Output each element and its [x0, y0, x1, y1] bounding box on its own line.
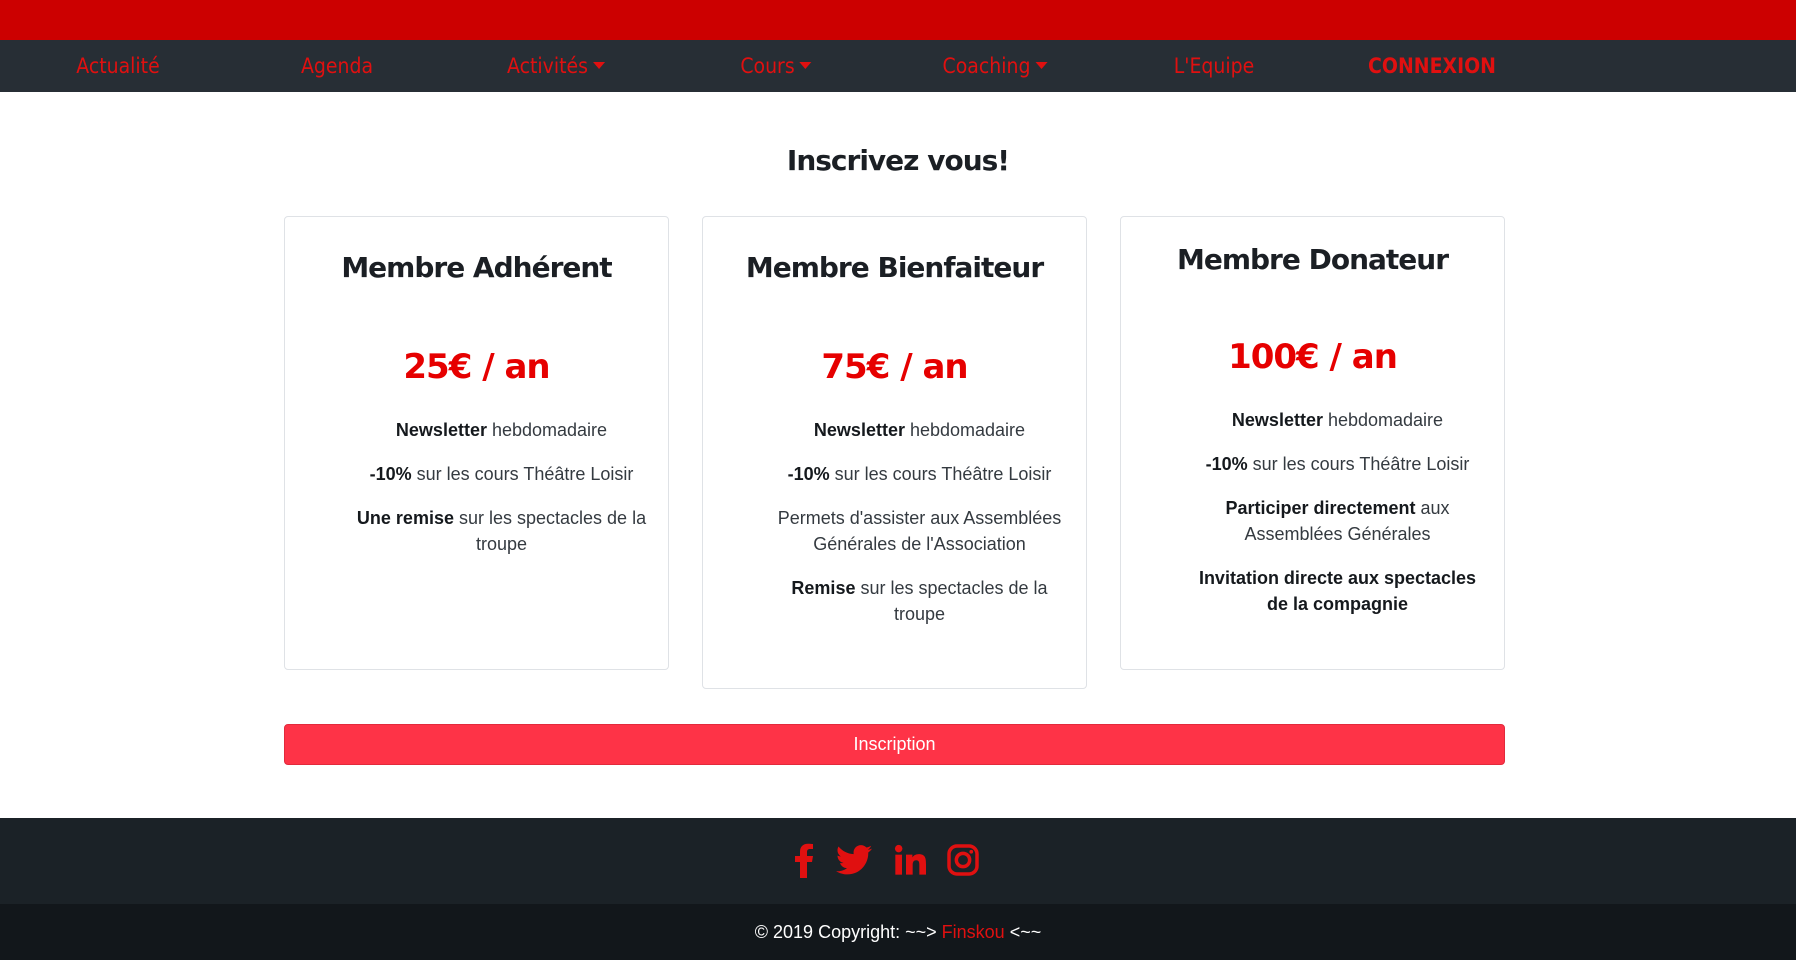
main-navbar: Actualité Agenda Activités Cours Coachin… — [0, 40, 1796, 92]
nav-link-equipe[interactable]: L'Equipe — [1174, 40, 1255, 92]
feature-item: Newsletter hebdomadaire — [1191, 407, 1484, 433]
membership-card-donateur: Membre Donateur 100€ / an Newsletter heb… — [1120, 216, 1505, 670]
feature-text: sur les cours Théâtre Loisir — [1247, 454, 1470, 474]
feature-list: Newsletter hebdomadaire -10% sur les cou… — [773, 417, 1066, 645]
feature-highlight: -10% — [369, 464, 412, 484]
feature-text: sur les spectacles de la troupe — [855, 578, 1048, 624]
twitter-icon[interactable] — [834, 840, 874, 880]
feature-list: Newsletter hebdomadaire -10% sur les cou… — [1191, 407, 1484, 635]
nav-link-agenda[interactable]: Agenda — [301, 40, 373, 92]
linkedin-glyph — [894, 844, 926, 875]
feature-text: hebdomadaire — [904, 420, 1026, 440]
feature-item: -10% sur les cours Théâtre Loisir — [1191, 451, 1484, 477]
feature-highlight: Participer directement — [1225, 498, 1416, 518]
feature-item: Newsletter hebdomadaire — [773, 417, 1066, 443]
feature-text: sur les cours Théâtre Loisir — [829, 464, 1052, 484]
feature-item: Participer directement aux Assemblées Gé… — [1191, 495, 1484, 547]
instagram-glyph — [947, 844, 979, 876]
feature-item: Permets d'assister aux Assemblées Généra… — [773, 505, 1066, 557]
feature-item: -10% sur les cours Théâtre Loisir — [773, 461, 1066, 487]
copyright-suffix: <~~ — [1004, 922, 1042, 942]
card-title: Membre Adhérent — [341, 251, 612, 284]
copyright-bar: © 2019 Copyright: ~~> Finskou <~~ — [0, 904, 1796, 960]
feature-text: hebdomadaire — [1322, 410, 1444, 430]
feature-item: -10% sur les cours Théâtre Loisir — [355, 461, 648, 487]
nav-link-connexion[interactable]: CONNEXION — [1368, 40, 1496, 92]
feature-highlight: Newsletter — [813, 420, 905, 440]
feature-list: Newsletter hebdomadaire -10% sur les cou… — [355, 417, 648, 575]
nav-label: Coaching — [942, 54, 1031, 78]
signup-button[interactable]: Inscription — [284, 724, 1505, 765]
card-title: Membre Bienfaiteur — [745, 251, 1044, 284]
signup-heading: Inscrivez vous! — [786, 144, 1010, 177]
nav-label: Agenda — [300, 54, 374, 78]
nav-label: L'Equipe — [1173, 54, 1255, 78]
caret-down-icon — [1035, 61, 1048, 69]
feature-text: sur les spectacles de la troupe — [453, 508, 647, 554]
top-banner — [0, 0, 1796, 40]
instagram-icon[interactable] — [943, 840, 983, 880]
feature-highlight: Newsletter — [395, 420, 487, 440]
membership-card-adherent: Membre Adhérent 25€ / an Newsletter hebd… — [284, 216, 669, 670]
footer — [0, 818, 1796, 904]
feature-highlight: Invitation directe aux spectacles de la … — [1198, 568, 1477, 614]
feature-text: sur les cours Théâtre Loisir — [411, 464, 634, 484]
nav-dropdown-cours[interactable]: Cours — [740, 40, 812, 92]
copyright-prefix: © 2019 Copyright: ~~> — [754, 922, 942, 942]
feature-item: Remise sur les spectacles de la troupe — [773, 575, 1066, 627]
facebook-glyph — [795, 843, 813, 878]
feature-item: Une remise sur les spectacles de la trou… — [355, 505, 648, 557]
twitter-glyph — [836, 845, 872, 875]
feature-highlight: Newsletter — [1231, 410, 1323, 430]
card-price: 75€ / an — [821, 347, 968, 387]
card-title: Membre Donateur — [1176, 243, 1449, 276]
feature-highlight: Remise — [791, 578, 856, 598]
nav-label: CONNEXION — [1368, 54, 1496, 78]
card-price: 25€ / an — [403, 347, 550, 387]
nav-label: Cours — [740, 54, 795, 78]
linkedin-icon[interactable] — [890, 840, 930, 880]
feature-highlight: -10% — [787, 464, 830, 484]
feature-highlight: Une remise — [356, 508, 454, 528]
nav-label: Actualité — [76, 54, 160, 78]
caret-down-icon — [592, 61, 605, 69]
nav-dropdown-coaching[interactable]: Coaching — [943, 40, 1048, 92]
nav-label: Activités — [507, 54, 588, 78]
feature-item: Newsletter hebdomadaire — [355, 417, 648, 443]
feature-item: Invitation directe aux spectacles de la … — [1191, 565, 1484, 617]
nav-link-actualite[interactable]: Actualité — [76, 40, 159, 92]
feature-text: Permets d'assister aux Assemblées Généra… — [777, 508, 1062, 554]
feature-text: hebdomadaire — [486, 420, 608, 440]
nav-dropdown-activites[interactable]: Activités — [507, 40, 605, 92]
facebook-icon[interactable] — [784, 840, 824, 880]
caret-down-icon — [799, 61, 812, 69]
copyright-author-link[interactable]: Finskou — [942, 922, 1005, 942]
card-price: 100€ / an — [1228, 337, 1398, 377]
feature-highlight: -10% — [1205, 454, 1248, 474]
membership-card-bienfaiteur: Membre Bienfaiteur 75€ / an Newsletter h… — [702, 216, 1087, 689]
